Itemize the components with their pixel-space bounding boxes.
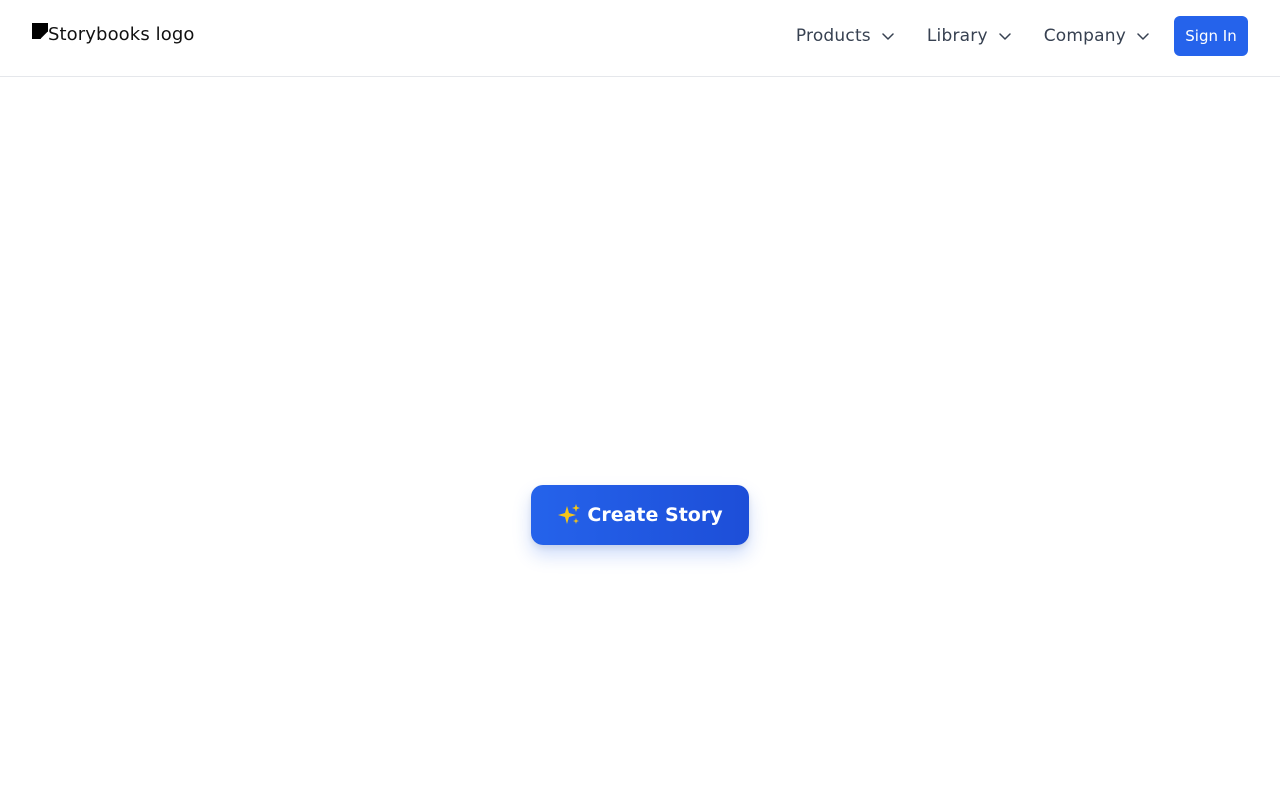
nav-item-label: Company: [1043, 26, 1126, 46]
main-content: Create Story: [0, 77, 1280, 800]
chevron-down-icon: [881, 29, 895, 43]
logo-alt-text: Storybooks logo: [48, 24, 195, 45]
nav-item-library[interactable]: Library: [927, 16, 1012, 56]
chevron-down-icon: [998, 29, 1012, 43]
nav-item-products[interactable]: Products: [796, 16, 895, 56]
sparkles-icon: [557, 503, 581, 527]
broken-image-icon: [32, 23, 48, 39]
nav-item-label: Library: [926, 26, 988, 46]
create-story-button[interactable]: Create Story: [531, 485, 749, 545]
sign-in-button[interactable]: Sign In: [1174, 16, 1248, 56]
nav-item-company[interactable]: Company: [1044, 16, 1150, 56]
nav-item-label: Products: [795, 26, 871, 46]
top-header: Storybooks logo Products Library Company…: [0, 0, 1280, 77]
create-story-label: Create Story: [587, 504, 723, 526]
site-logo[interactable]: Storybooks logo: [32, 22, 194, 48]
main-nav: Products Library Company Sign In: [796, 16, 1248, 56]
chevron-down-icon: [1136, 29, 1150, 43]
